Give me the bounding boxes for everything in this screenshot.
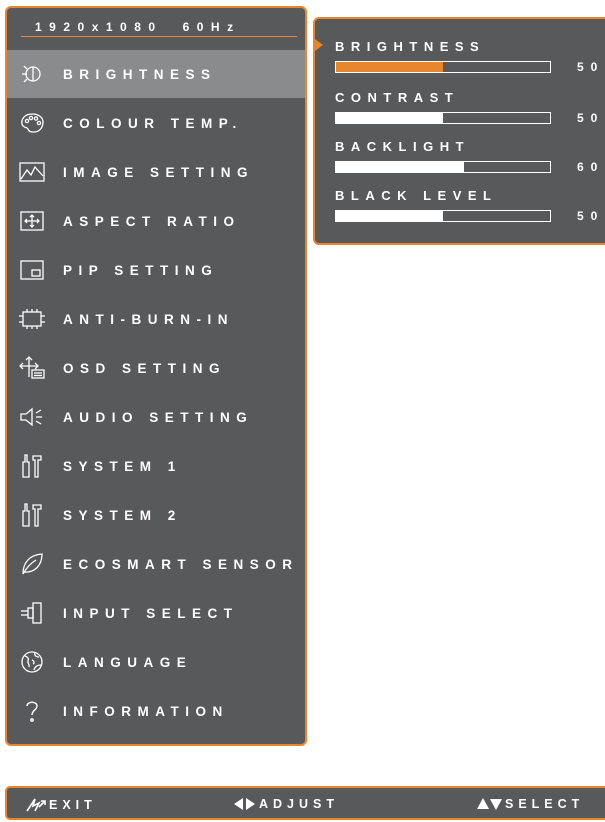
selection-arrow-icon bbox=[315, 39, 323, 51]
palette-icon bbox=[17, 108, 47, 138]
globe-icon bbox=[17, 647, 47, 677]
slider-fill bbox=[336, 211, 443, 221]
speaker-icon bbox=[17, 402, 47, 432]
leaf-icon bbox=[17, 549, 47, 579]
menu-item-system-2[interactable]: SYSTEM 2 bbox=[7, 491, 305, 539]
resolution-divider bbox=[21, 36, 297, 37]
menu-item-label: LANGUAGE bbox=[63, 654, 193, 670]
menu-item-colour-temp[interactable]: COLOUR TEMP. bbox=[7, 99, 305, 147]
question-icon bbox=[17, 696, 47, 726]
menu-item-pip-setting[interactable]: PIP SETTING bbox=[7, 246, 305, 294]
menu-item-aspect-ratio[interactable]: ASPECT RATIO bbox=[7, 197, 305, 245]
black-level-value: 50 bbox=[577, 209, 605, 223]
submenu-label-contrast: CONTRAST bbox=[335, 90, 460, 105]
menu-item-brightness[interactable]: BRIGHTNESS bbox=[7, 50, 305, 98]
pip-icon bbox=[17, 255, 47, 285]
submenu-label-brightness: BRIGHTNESS bbox=[335, 39, 486, 54]
menu-item-label: PIP SETTING bbox=[63, 262, 219, 278]
menu-item-label: IMAGE SETTING bbox=[63, 164, 255, 180]
adjust-hint[interactable]: ADJUST bbox=[233, 797, 339, 811]
menu-item-label: AUDIO SETTING bbox=[63, 409, 254, 425]
exit-label: EXIT bbox=[49, 798, 97, 812]
menu-item-label: ANTI-BURN-IN bbox=[63, 311, 234, 327]
select-hint[interactable]: SELECT bbox=[477, 797, 584, 811]
backlight-value: 60 bbox=[577, 160, 605, 174]
menu-item-label: ASPECT RATIO bbox=[63, 213, 241, 229]
menu-item-label: ECOSMART SENSOR bbox=[63, 556, 299, 572]
select-label: SELECT bbox=[505, 797, 585, 811]
menu-item-ecosmart-sensor[interactable]: ECOSMART SENSOR bbox=[7, 540, 305, 588]
menu-item-label: INPUT SELECT bbox=[63, 605, 239, 621]
image-icon bbox=[17, 157, 47, 187]
resolution-size: 1920x1080 bbox=[35, 20, 163, 34]
black-level-slider[interactable] bbox=[335, 210, 551, 222]
menu-item-information[interactable]: INFORMATION bbox=[7, 687, 305, 735]
menu-item-anti-burn-in[interactable]: ANTI-BURN-IN bbox=[7, 295, 305, 343]
menu-item-language[interactable]: LANGUAGE bbox=[7, 638, 305, 686]
submenu-label-backlight: BACKLIGHT bbox=[335, 139, 471, 154]
submenu-label-black-level: BLACK LEVEL bbox=[335, 188, 498, 203]
key-hint-bar: EXIT ADJUST SELECT bbox=[5, 786, 605, 820]
left-right-arrows-icon bbox=[234, 798, 255, 810]
adjust-label: ADJUST bbox=[259, 797, 340, 811]
menu-item-label: INFORMATION bbox=[63, 703, 229, 719]
backlight-slider[interactable] bbox=[335, 161, 551, 173]
menu-item-input-select[interactable]: INPUT SELECT bbox=[7, 589, 305, 637]
slider-fill bbox=[336, 162, 465, 172]
slider-fill bbox=[336, 62, 443, 72]
aspect-ratio-icon bbox=[17, 206, 47, 236]
chip-icon bbox=[17, 304, 47, 334]
menu-item-label: OSD SETTING bbox=[63, 360, 227, 376]
brightness-submenu-panel: BRIGHTNESS 50 CONTRAST 50 BACKLIGHT 60 B… bbox=[313, 17, 605, 245]
up-down-arrows-icon bbox=[477, 798, 502, 810]
resolution-readout: 1920x1080 60Hz bbox=[7, 20, 305, 40]
main-menu-panel: 1920x1080 60Hz BRIGHTNESS COLOUR TEMP. IM… bbox=[5, 6, 307, 746]
plug-icon bbox=[17, 598, 47, 628]
menu-item-label: COLOUR TEMP. bbox=[63, 115, 243, 131]
menu-item-system-1[interactable]: SYSTEM 1 bbox=[7, 442, 305, 490]
brightness-icon bbox=[17, 59, 47, 89]
exit-hint[interactable]: EXIT bbox=[25, 797, 97, 813]
slider-fill bbox=[336, 113, 443, 123]
menu-item-osd-setting[interactable]: OSD SETTING bbox=[7, 344, 305, 392]
exit-icon bbox=[26, 798, 46, 812]
osd-icon bbox=[17, 353, 47, 383]
brightness-value: 50 bbox=[577, 60, 605, 74]
tools-icon bbox=[17, 451, 47, 481]
refresh-rate: 60Hz bbox=[182, 20, 241, 34]
menu-item-audio-setting[interactable]: AUDIO SETTING bbox=[7, 393, 305, 441]
contrast-value: 50 bbox=[577, 111, 605, 125]
menu-item-label: BRIGHTNESS bbox=[63, 66, 217, 82]
contrast-slider[interactable] bbox=[335, 112, 551, 124]
menu-item-label: SYSTEM 2 bbox=[63, 507, 182, 523]
tools-icon bbox=[17, 500, 47, 530]
menu-item-image-setting[interactable]: IMAGE SETTING bbox=[7, 148, 305, 196]
menu-item-label: SYSTEM 1 bbox=[63, 458, 182, 474]
brightness-slider[interactable] bbox=[335, 61, 551, 73]
